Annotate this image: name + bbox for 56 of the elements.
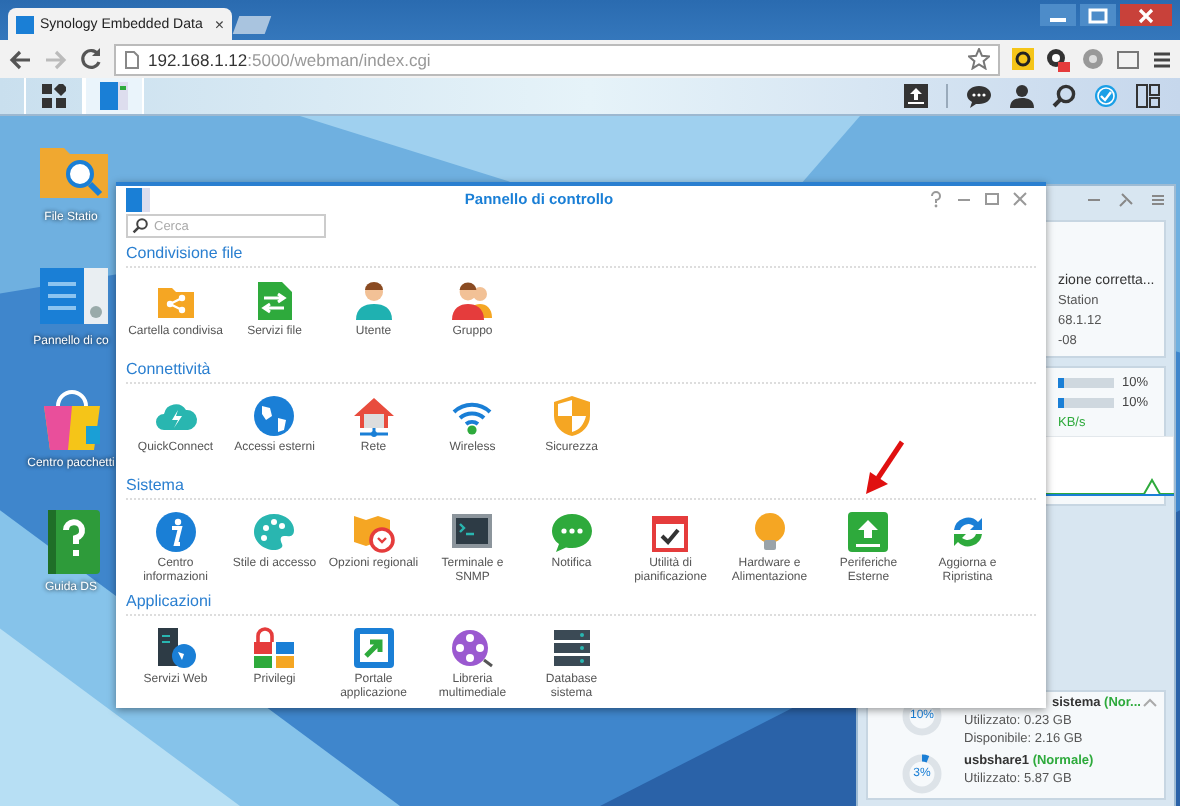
grid-icon — [42, 84, 66, 108]
upload-icon[interactable] — [904, 84, 928, 108]
film-reel-icon[interactable] — [450, 626, 495, 670]
terminal-icon[interactable] — [450, 510, 495, 554]
user-icon[interactable] — [351, 278, 396, 322]
maximize-icon — [1088, 7, 1108, 23]
address-bar[interactable]: 192.168.1.12:5000/webman/index.cgi — [114, 43, 1000, 75]
database-icon[interactable] — [549, 626, 594, 670]
maximize-icon[interactable] — [984, 190, 1000, 208]
maximize-button[interactable] — [1080, 4, 1116, 26]
chat-icon[interactable] — [966, 84, 992, 108]
globe-icon[interactable] — [252, 394, 297, 438]
panel-icon — [126, 187, 150, 211]
panel-icon — [100, 82, 128, 110]
control-panel-taskbar-button[interactable] — [84, 78, 144, 114]
file-arrows-icon[interactable] — [252, 278, 297, 322]
map-clock-icon[interactable] — [351, 510, 396, 554]
usage-ring — [900, 752, 944, 796]
extension-icon[interactable] — [1012, 48, 1034, 70]
reload-icon[interactable] — [80, 48, 102, 70]
section-title: Applicazioni — [126, 592, 1036, 616]
url-text: 192.168.1.12:5000/webman/index.cgi — [148, 49, 433, 69]
section-title: Condivisione file — [126, 244, 1036, 268]
info-icon[interactable] — [153, 510, 198, 554]
calendar-check-icon[interactable] — [648, 510, 693, 554]
help-icon[interactable] — [928, 190, 944, 208]
widgets-icon[interactable] — [1136, 84, 1160, 108]
minimize-button[interactable] — [1040, 4, 1076, 26]
star-icon[interactable] — [968, 48, 990, 70]
section-title: Connettività — [126, 360, 1036, 384]
menu-icon[interactable] — [1152, 49, 1172, 69]
palette-icon[interactable] — [252, 510, 297, 554]
users-icon[interactable] — [450, 278, 495, 322]
extension-icon[interactable] — [1046, 47, 1070, 71]
usage-bar — [1058, 398, 1114, 408]
house-icon[interactable] — [351, 394, 396, 438]
speech-bubble-icon[interactable] — [549, 510, 594, 554]
cast-icon[interactable] — [1116, 49, 1140, 69]
caret-icon[interactable] — [1142, 698, 1158, 708]
user-icon[interactable] — [1010, 84, 1034, 108]
check-circle-icon[interactable] — [1094, 84, 1118, 108]
synology-favicon-icon — [16, 15, 34, 33]
lock-squares-icon[interactable] — [252, 626, 297, 670]
new-tab-button[interactable] — [232, 16, 272, 34]
close-tab-button[interactable]: × — [214, 15, 224, 33]
pin-icon[interactable] — [1118, 192, 1134, 208]
close-icon[interactable] — [1012, 190, 1028, 208]
page-icon — [124, 49, 140, 69]
back-icon[interactable] — [8, 49, 32, 69]
close-button[interactable] — [1120, 4, 1172, 26]
search-icon[interactable] — [1052, 84, 1076, 108]
annotation-arrow — [862, 440, 906, 496]
usage-bar — [1058, 378, 1114, 388]
server-globe-icon[interactable] — [153, 626, 198, 670]
search-icon — [132, 218, 148, 234]
close-icon — [1136, 7, 1156, 23]
